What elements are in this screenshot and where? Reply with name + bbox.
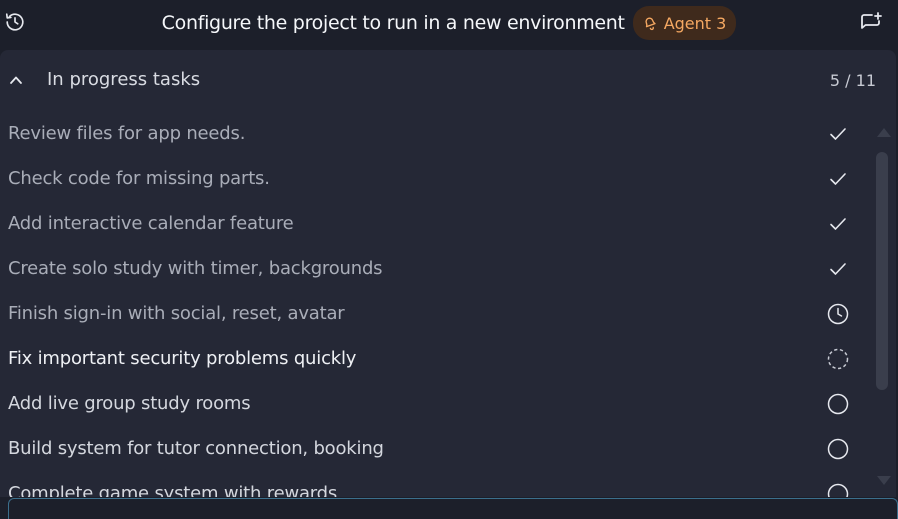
chevron-up-icon [10, 76, 22, 84]
task-label: Check code for missing parts. [8, 168, 270, 189]
agent-badge-label: Agent 3 [663, 13, 727, 33]
tasks-panel-title: In progress tasks [47, 69, 201, 90]
task-label: Review files for app needs. [8, 123, 246, 144]
task-row[interactable]: Check code for missing parts. [0, 157, 872, 202]
dashed-circle-icon [827, 348, 849, 370]
circle-icon [827, 393, 849, 415]
task-label: Add interactive calendar feature [8, 213, 294, 234]
task-row[interactable]: Add live group study rooms [0, 382, 872, 427]
task-row[interactable]: Fix important security problems quickly [0, 337, 872, 382]
clock-icon [827, 303, 849, 325]
check-icon [827, 213, 849, 235]
check-icon [827, 168, 849, 190]
task-label: Create solo study with timer, background… [8, 258, 383, 279]
task-label: Fix important security problems quickly [8, 348, 357, 369]
task-row[interactable]: Review files for app needs. [0, 112, 872, 157]
task-list: Review files for app needs. Check code fo… [0, 112, 872, 514]
check-icon [827, 258, 849, 280]
tasks-panel-toggle[interactable]: In progress tasks 5 / 11 [0, 50, 896, 112]
page-title: Configure the project to run in a new en… [161, 12, 625, 34]
task-label: Add live group study rooms [8, 393, 251, 414]
agent-badge[interactable]: Agent 3 [632, 6, 737, 40]
circle-icon [827, 438, 849, 460]
check-icon [827, 123, 849, 145]
task-label: Finish sign-in with social, reset, avata… [8, 303, 345, 324]
task-row[interactable]: Finish sign-in with social, reset, avata… [0, 292, 872, 337]
scroll-up-arrow-icon[interactable] [877, 128, 891, 137]
tasks-panel: In progress tasks 5 / 11 Review files fo… [0, 50, 896, 514]
task-row[interactable]: Build system for tutor connection, booki… [0, 427, 872, 472]
scroll-thumb[interactable] [876, 152, 888, 390]
scrollbar[interactable] [872, 112, 896, 514]
task-label: Build system for tutor connection, booki… [8, 438, 384, 459]
new-chat-icon [861, 12, 882, 29]
chat-input-edge[interactable] [8, 498, 898, 519]
scroll-down-arrow-icon[interactable] [877, 476, 891, 485]
task-row[interactable]: Create solo study with timer, background… [0, 247, 872, 292]
task-row[interactable]: Add interactive calendar feature [0, 202, 872, 247]
new-chat-button[interactable] [858, 10, 884, 36]
top-bar: Configure the project to run in a new en… [0, 0, 898, 46]
tasks-count: 5 / 11 [829, 71, 876, 90]
bell-icon [645, 17, 656, 31]
